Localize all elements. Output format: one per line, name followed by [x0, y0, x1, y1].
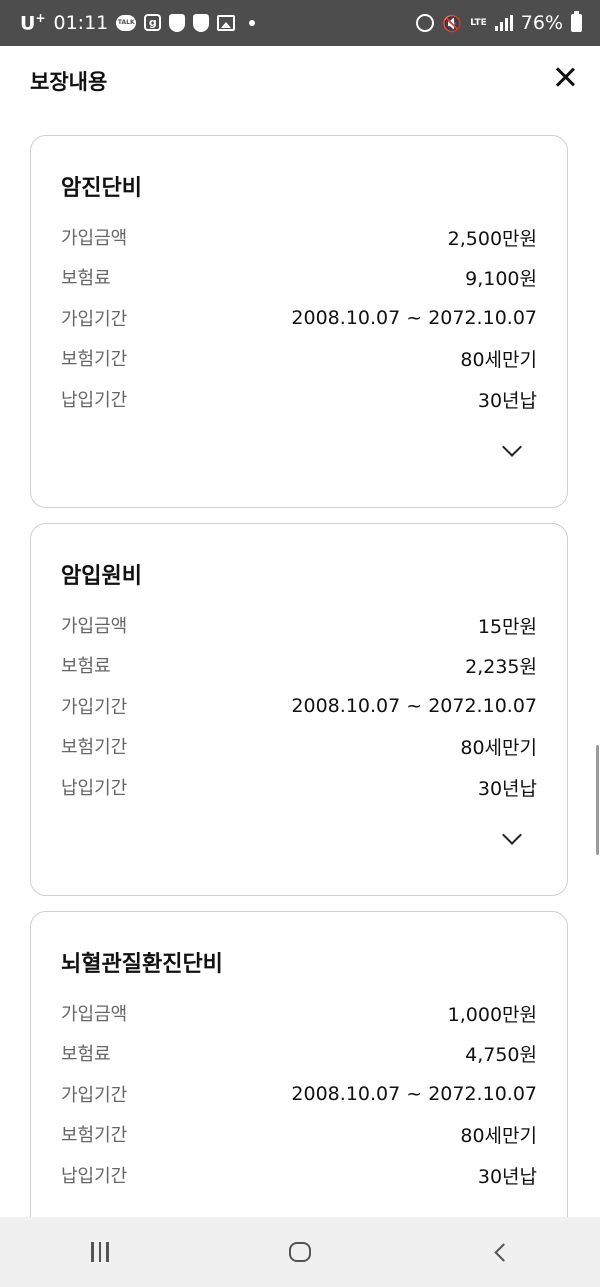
notification-dot-icon [249, 19, 256, 26]
recents-icon [91, 1242, 109, 1262]
row-value: 80세만기 [460, 348, 537, 371]
coverage-title: 뇌혈관질환진단비 [61, 952, 223, 977]
shield-icon [169, 13, 186, 32]
page-title: 보장내용 [30, 70, 108, 94]
coverage-row: 보험기간 80세만기 [61, 1118, 537, 1150]
status-bar-right: 🔇 LTE 76% [416, 11, 582, 34]
coverage-row: 보험기간 80세만기 [61, 342, 537, 374]
row-value: 4,750원 [465, 1043, 537, 1066]
recents-button[interactable] [70, 1227, 130, 1277]
battery-icon [571, 11, 582, 32]
alarm-icon [416, 14, 435, 32]
carrier-plus: + [35, 11, 46, 26]
row-label: 보험료 [61, 656, 111, 677]
shield-icon-2 [193, 13, 210, 32]
status-bar-left: U+ 01:11 TALK g [20, 11, 256, 35]
row-label: 가입기간 [61, 1085, 128, 1106]
row-value: 2008.10.07 ~ 2072.10.07 [291, 1083, 537, 1105]
row-label: 가입기간 [61, 309, 128, 330]
home-button[interactable] [270, 1227, 330, 1277]
row-label: 납입기간 [61, 778, 128, 799]
back-button[interactable] [470, 1227, 530, 1277]
row-value: 30년납 [477, 1165, 537, 1188]
row-value: 2008.10.07 ~ 2072.10.07 [291, 695, 537, 717]
row-label: 보험기간 [61, 349, 128, 370]
system-nav-bar [0, 1217, 600, 1287]
image-icon [217, 14, 236, 31]
row-label: 납입기간 [61, 1166, 128, 1187]
coverage-row: 가입기간 2008.10.07 ~ 2072.10.07 [61, 1078, 537, 1110]
coverage-row: 납입기간 30년납 [61, 1159, 537, 1191]
coverage-card-2: 암입원비 가입금액 15만원 보험료 2,235원 가입기간 2008.10.0… [30, 523, 568, 896]
carrier-label: U+ [20, 11, 46, 34]
header: 보장내용 [0, 46, 600, 112]
row-value: 9,100원 [465, 267, 537, 290]
row-label: 가입금액 [61, 1004, 128, 1025]
row-label: 가입기간 [61, 697, 128, 718]
kakaotalk-icon: TALK [116, 14, 137, 31]
coverage-row: 보험기간 80세만기 [61, 730, 537, 762]
coverage-row: 보험료 9,100원 [61, 261, 537, 293]
battery-percent: 76% [520, 12, 563, 34]
carrier-name: U [20, 12, 36, 35]
row-value: 1,000만원 [447, 1003, 537, 1026]
scrollbar[interactable] [596, 745, 599, 855]
row-value: 2008.10.07 ~ 2072.10.07 [291, 307, 537, 329]
status-time: 01:11 [53, 11, 109, 34]
row-label: 가입금액 [61, 228, 128, 249]
row-label: 보험료 [61, 268, 111, 289]
row-label: 납입기간 [61, 390, 128, 411]
close-button[interactable] [550, 62, 580, 92]
row-value: 2,500만원 [447, 227, 537, 250]
row-value: 30년납 [477, 777, 537, 800]
coverage-title: 암진단비 [61, 176, 142, 201]
status-bar: U+ 01:11 TALK g 🔇 LTE 76% [0, 0, 600, 46]
row-value: 15만원 [477, 615, 537, 638]
coverage-title: 암입원비 [61, 564, 142, 589]
chevron-down-icon[interactable] [501, 440, 523, 462]
mute-icon: 🔇 [442, 13, 463, 33]
row-value: 30년납 [477, 389, 537, 412]
row-label: 보험기간 [61, 1125, 128, 1146]
row-value: 2,235원 [465, 655, 537, 678]
signal-icon [494, 15, 513, 31]
back-icon [493, 1242, 513, 1262]
coverage-row: 가입기간 2008.10.07 ~ 2072.10.07 [61, 302, 537, 334]
coverage-card-1: 암진단비 가입금액 2,500만원 보험료 9,100원 가입기간 2008.1… [30, 135, 568, 508]
coverage-row: 납입기간 30년납 [61, 383, 537, 415]
row-label: 가입금액 [61, 616, 128, 637]
coverage-row: 납입기간 30년납 [61, 771, 537, 803]
row-value: 80세만기 [460, 1124, 537, 1147]
row-value: 80세만기 [460, 736, 537, 759]
coverage-row: 보험료 2,235원 [61, 649, 537, 681]
home-icon [289, 1242, 311, 1262]
row-label: 보험료 [61, 1044, 111, 1065]
coverage-row: 가입금액 2,500만원 [61, 221, 537, 253]
g-app-icon: g [144, 14, 162, 32]
lte-icon: LTE [470, 17, 487, 28]
chevron-down-icon[interactable] [501, 828, 523, 850]
row-label: 보험기간 [61, 737, 128, 758]
coverage-row: 보험료 4,750원 [61, 1037, 537, 1069]
coverage-row: 가입금액 1,000만원 [61, 997, 537, 1029]
coverage-row: 가입금액 15만원 [61, 609, 537, 641]
coverage-card-3: 뇌혈관질환진단비 가입금액 1,000만원 보험료 4,750원 가입기간 20… [30, 911, 568, 1251]
coverage-row: 가입기간 2008.10.07 ~ 2072.10.07 [61, 690, 537, 722]
